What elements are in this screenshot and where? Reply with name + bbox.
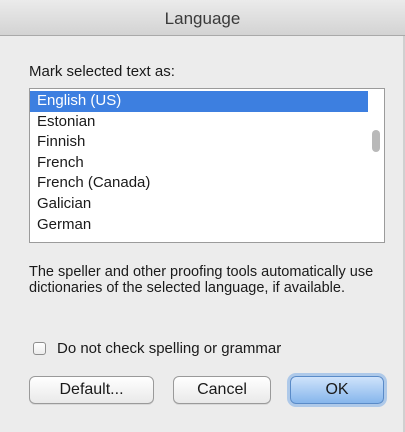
no-check-row[interactable]: Do not check spelling or grammar [33, 340, 281, 357]
no-check-checkbox[interactable] [33, 342, 46, 355]
cancel-button[interactable]: Cancel [173, 376, 271, 404]
language-item-german[interactable]: German [30, 215, 368, 236]
language-list[interactable]: English (US) Estonian Finnish French Fre… [29, 88, 385, 243]
default-button[interactable]: Default... [29, 376, 154, 404]
scrollbar-thumb[interactable] [372, 130, 380, 152]
proofing-description: The speller and other proofing tools aut… [29, 264, 374, 296]
no-check-label[interactable]: Do not check spelling or grammar [57, 340, 281, 357]
mark-as-label: Mark selected text as: [29, 63, 175, 80]
language-item-french-canada[interactable]: French (Canada) [30, 173, 368, 194]
language-item-finnish[interactable]: Finnish [30, 132, 368, 153]
language-item-estonian[interactable]: Estonian [30, 112, 368, 133]
list-scrollbar[interactable] [369, 90, 383, 241]
window-title: Language [164, 9, 241, 28]
language-item-galician[interactable]: Galician [30, 194, 368, 215]
ok-button[interactable]: OK [290, 376, 384, 404]
language-item-french[interactable]: French [30, 153, 368, 174]
language-item-english-us[interactable]: English (US) [30, 91, 368, 112]
title-bar: Language [0, 0, 405, 36]
